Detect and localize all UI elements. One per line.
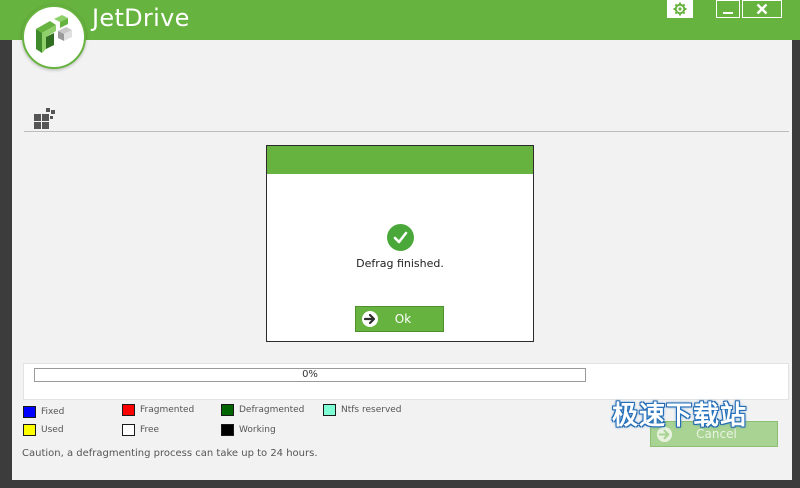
legend-label-ntfs-reserved: Ntfs reserved — [341, 405, 402, 415]
legend-label-fragmented: Fragmented — [140, 405, 195, 415]
title-bar: JetDrive — [0, 0, 800, 40]
legend-label-defragmented: Defragmented — [239, 405, 305, 415]
legend-swatch-used — [23, 424, 36, 436]
progress-bar: 0% — [34, 368, 586, 382]
app-title: JetDrive — [92, 4, 190, 32]
progress-text: 0% — [302, 369, 318, 380]
legend-label-free: Free — [140, 425, 160, 435]
legend-swatch-free — [122, 424, 135, 436]
progress-panel: 0% — [23, 363, 789, 400]
legend-item-free: Free — [122, 424, 159, 436]
legend-item-working: Working — [221, 424, 276, 436]
watermark: 极速下载站 — [612, 401, 748, 431]
legend-item-used: Used — [23, 424, 64, 436]
window-right-border — [792, 40, 800, 488]
legend-item-ntfs-reserved: Ntfs reserved — [323, 404, 402, 416]
close-icon — [756, 3, 768, 15]
app-logo — [22, 5, 86, 69]
legend-label-used: Used — [41, 425, 64, 435]
legend-label-working: Working — [239, 425, 276, 435]
arrow-right-icon — [359, 308, 381, 330]
legend-item-fixed: Fixed — [23, 406, 64, 418]
app-window: JetDrive Defrag finished. Ok 0% Fixed Fr… — [0, 0, 800, 488]
settings-button[interactable] — [667, 0, 693, 18]
ok-button-label: Ok — [394, 312, 412, 326]
legend-swatch-ntfs-reserved — [323, 404, 336, 416]
minimize-button[interactable] — [716, 0, 740, 18]
window-bottom-border — [0, 480, 800, 488]
checkmark-icon — [387, 224, 414, 251]
legend-label-fixed: Fixed — [41, 407, 65, 417]
defrag-finished-dialog: Defrag finished. Ok — [266, 145, 534, 342]
window-left-border — [0, 40, 12, 488]
gear-icon — [673, 2, 687, 16]
legend-swatch-fixed — [23, 406, 36, 418]
legend-swatch-working — [221, 424, 234, 436]
minimize-icon — [723, 12, 733, 14]
legend-swatch-fragmented — [122, 404, 135, 416]
toolbar-separator — [24, 131, 789, 132]
legend-item-defragmented: Defragmented — [221, 404, 304, 416]
close-button[interactable] — [742, 0, 782, 18]
legend-item-fragmented: Fragmented — [122, 404, 194, 416]
dialog-message: Defrag finished. — [356, 257, 444, 270]
legend-swatch-defragmented — [221, 404, 234, 416]
caution-text: Caution, a defragmenting process can tak… — [22, 448, 318, 459]
defrag-blocks-icon[interactable] — [34, 108, 58, 132]
ok-button[interactable]: Ok — [355, 306, 444, 332]
dialog-header — [267, 146, 533, 174]
